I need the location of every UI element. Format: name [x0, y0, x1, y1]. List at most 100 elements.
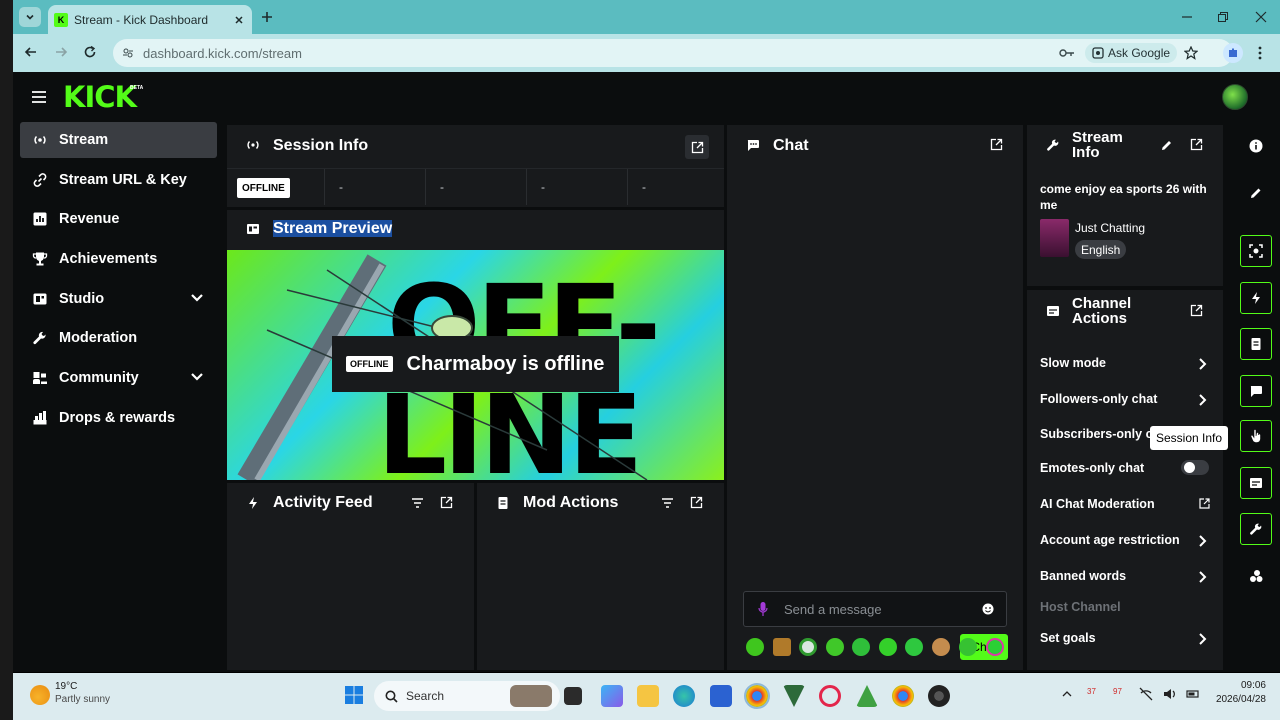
file-explorer-icon[interactable]	[637, 685, 659, 707]
clock-time[interactable]: 09:06	[1228, 680, 1266, 691]
chat-panel: Chat Send a message Chat	[727, 125, 1023, 670]
session-info-rail-button[interactable]	[1240, 420, 1272, 452]
session-popout-button[interactable]	[685, 135, 709, 159]
sidebar-item-moderation[interactable]: Moderation	[20, 320, 217, 356]
close-icon[interactable]	[234, 15, 244, 25]
emote-icon[interactable]	[905, 638, 923, 656]
sidebar-item-community[interactable]: Community	[20, 360, 217, 396]
emote-icon[interactable]	[746, 638, 764, 656]
url-field[interactable]: dashboard.kick.com/stream Ask Google	[113, 39, 1233, 67]
filter-icon[interactable]	[661, 497, 674, 509]
ask-google-chip[interactable]: Ask Google	[1085, 43, 1178, 63]
reload-icon[interactable]	[83, 45, 97, 59]
sidebar-item-revenue[interactable]: Revenue	[20, 201, 217, 237]
mod-actions-rail-button[interactable]	[1240, 328, 1272, 360]
emote-icon[interactable]	[879, 638, 897, 656]
preview-rail-button[interactable]	[1240, 235, 1272, 267]
tab-active[interactable]: K Stream - Kick Dashboard	[48, 5, 252, 34]
tray-chevron-icon[interactable]	[1062, 690, 1072, 698]
password-key-icon[interactable]	[1059, 47, 1075, 59]
sidebar-item-studio[interactable]: Studio	[20, 281, 217, 317]
chrome-icon[interactable]	[744, 683, 770, 709]
extension-icon[interactable]	[1223, 43, 1243, 63]
new-tab-icon[interactable]	[261, 11, 273, 23]
sidebar-item-achievements[interactable]: Achievements	[20, 241, 217, 277]
popout-icon[interactable]	[1190, 304, 1203, 317]
pencil-icon[interactable]	[1160, 139, 1173, 152]
popout-icon[interactable]	[690, 496, 703, 509]
stream-info-rail-button[interactable]	[1240, 513, 1272, 545]
emote-icon[interactable]	[959, 638, 977, 656]
account-age-row[interactable]: Account age restriction	[1040, 527, 1220, 553]
popout-icon[interactable]	[990, 138, 1003, 151]
toggle-knob	[1184, 462, 1195, 473]
ai-moderation-row[interactable]: AI Chat Moderation	[1040, 491, 1220, 517]
task-view-icon[interactable]	[564, 687, 582, 705]
emote-icon[interactable]	[986, 638, 1004, 656]
window-close-icon[interactable]	[1255, 11, 1267, 23]
copilot-icon[interactable]	[601, 685, 623, 707]
info-rail-button[interactable]	[1240, 130, 1272, 162]
battery-icon[interactable]	[1186, 687, 1200, 701]
emote-icon[interactable]	[826, 638, 844, 656]
forward-icon[interactable]	[54, 45, 68, 59]
emotes-only-toggle[interactable]	[1181, 460, 1209, 475]
opera-icon[interactable]	[819, 685, 841, 707]
filter-icon[interactable]	[411, 497, 424, 509]
minimize-icon[interactable]	[1181, 11, 1193, 23]
chevron-down-icon[interactable]	[190, 293, 204, 303]
app-icon[interactable]	[856, 685, 878, 707]
emote-icon[interactable]	[799, 638, 817, 656]
vim-icon[interactable]	[783, 685, 805, 707]
emotes-only-row[interactable]: Emotes-only chat	[1040, 455, 1220, 481]
chrome-profile-icon[interactable]	[892, 685, 914, 707]
chat-input[interactable]: Send a message	[743, 591, 1007, 627]
weather-icon[interactable]	[30, 685, 50, 705]
taskbar-search[interactable]: Search	[374, 681, 560, 711]
microphone-icon[interactable]	[758, 601, 768, 617]
kick-logo[interactable]: KICK	[63, 80, 137, 114]
layout-rail-button[interactable]	[1240, 560, 1272, 592]
temperature[interactable]: 19°C	[55, 681, 77, 692]
category-name[interactable]: Just Chatting	[1075, 221, 1145, 235]
activity-rail-button[interactable]	[1240, 282, 1272, 314]
restore-icon[interactable]	[1217, 11, 1229, 23]
popout-icon[interactable]	[1190, 138, 1203, 151]
site-settings-icon[interactable]	[122, 47, 134, 59]
chat-rail-button[interactable]	[1240, 375, 1272, 407]
tab-list-button[interactable]	[19, 7, 41, 27]
followers-only-row[interactable]: Followers-only chat	[1040, 386, 1220, 412]
bookmark-star-icon[interactable]	[1184, 46, 1198, 60]
emote-icon[interactable]	[773, 638, 791, 656]
sidebar-item-stream-url-key[interactable]: Stream URL & Key	[20, 162, 217, 198]
store-icon[interactable]	[710, 685, 732, 707]
banned-words-row[interactable]: Banned words	[1040, 563, 1220, 589]
emote-icon[interactable]	[852, 638, 870, 656]
chrome-dark-icon[interactable]	[928, 685, 950, 707]
clock-date[interactable]: 2026/04/28	[1213, 694, 1266, 705]
tray-app-icon[interactable]: 97	[1113, 687, 1123, 701]
popout-icon[interactable]	[440, 496, 453, 509]
chevron-down-icon[interactable]	[190, 372, 204, 382]
network-off-icon[interactable]	[1139, 687, 1153, 701]
sidebar-item-drops-rewards[interactable]: Drops & rewards	[20, 400, 217, 436]
search-icon	[385, 690, 398, 703]
volume-icon[interactable]	[1163, 687, 1177, 701]
slow-mode-row[interactable]: Slow mode	[1040, 350, 1220, 376]
edge-icon[interactable]	[673, 685, 695, 707]
edit-rail-button[interactable]	[1240, 177, 1272, 209]
set-goals-row[interactable]: Set goals	[1040, 625, 1220, 651]
emoji-icon[interactable]	[982, 603, 994, 615]
sidebar-item-stream[interactable]: Stream	[20, 122, 217, 158]
weather-text[interactable]: Partly sunny	[55, 694, 110, 705]
channel-actions-rail-button[interactable]	[1240, 467, 1272, 499]
back-icon[interactable]	[24, 45, 38, 59]
menu-dots-icon[interactable]	[1258, 46, 1262, 60]
user-avatar[interactable]	[1222, 84, 1248, 110]
hamburger-menu-icon[interactable]	[31, 90, 47, 104]
windows-start-icon[interactable]	[344, 685, 364, 705]
emote-icon[interactable]	[932, 638, 950, 656]
host-channel-row[interactable]: Host Channel	[1040, 594, 1220, 620]
action-label: Set goals	[1040, 631, 1096, 645]
tray-app-icon[interactable]: 37	[1087, 687, 1097, 701]
